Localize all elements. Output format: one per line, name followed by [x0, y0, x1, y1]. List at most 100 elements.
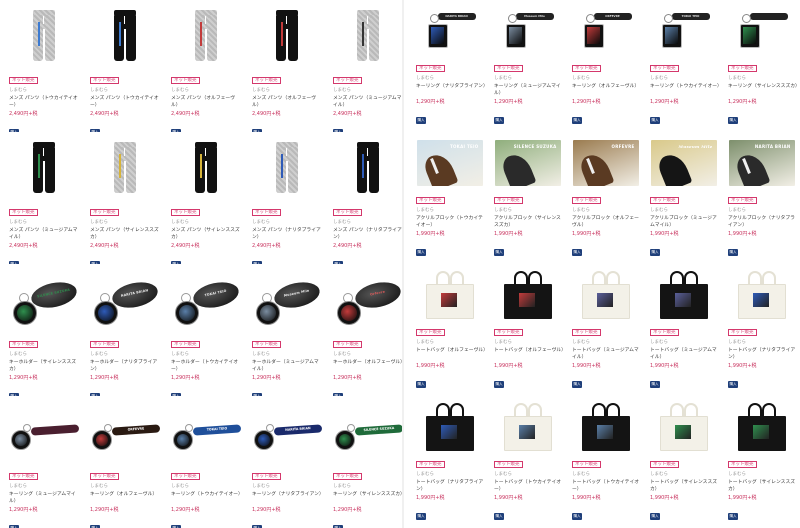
product-title[interactable]: キーホルダー（オルフェーヴル） — [333, 359, 403, 373]
product-title[interactable]: キーホルダー（サイレンススズカ） — [9, 359, 79, 373]
product-title[interactable]: キーリング（トウカイテイオー） — [650, 83, 720, 97]
product-image[interactable] — [412, 271, 487, 319]
product-card[interactable]: ネット販売 しまむら メンズ パンツ（ナリタブライアン） 2,490円+税 購入 — [248, 132, 325, 264]
product-title[interactable]: メンズ パンツ（サイレンススズカ） — [171, 227, 241, 241]
product-card[interactable]: ネット販売 しまむら キーリング（ミュージアムマイル） 1,290円+税 購入 — [5, 396, 82, 528]
product-image[interactable] — [5, 138, 82, 198]
purchase-button[interactable]: 購入 — [572, 249, 582, 256]
product-card[interactable]: ネット販売 しまむら メンズ パンツ（トウカイテイオー） 2,490円+税 購入 — [5, 0, 82, 132]
product-card[interactable]: Museum Mile ネット販売 しまむら キーリング（ミュージアムマイル） 1,29… — [490, 0, 565, 132]
purchase-button[interactable]: 購入 — [650, 249, 660, 256]
product-image[interactable] — [412, 403, 487, 451]
product-image[interactable] — [568, 403, 643, 451]
purchase-button[interactable]: 購入 — [416, 381, 426, 388]
product-title[interactable]: トートバッグ（サイレンススズカ） — [728, 479, 798, 493]
product-title[interactable]: メンズ パンツ（トウカイテイオー） — [90, 95, 160, 109]
purchase-button[interactable]: 購入 — [494, 513, 504, 520]
product-image[interactable]: Museum Mile — [646, 140, 721, 186]
product-card[interactable]: ネット販売 しまむら メンズ パンツ（ミュージアムマイル） 2,490円+税 購入 — [5, 132, 82, 264]
product-title[interactable]: アクリルブロック（ミュージアムマイル） — [650, 215, 720, 229]
product-title[interactable]: トートバッグ（ミュージアムマイル） — [650, 347, 720, 361]
product-title[interactable]: キーリング（オルフェーヴル） — [90, 491, 160, 505]
product-title[interactable]: メンズ パンツ（ナリタブライアン） — [252, 227, 322, 241]
product-image[interactable]: TOKAI TEIO — [167, 270, 244, 330]
product-image[interactable] — [329, 138, 406, 198]
product-title[interactable]: アクリルブロック（オルフェーヴル） — [572, 215, 642, 229]
product-image[interactable] — [646, 271, 721, 319]
product-card[interactable]: TOKAI TEIO ネット販売 しまむら キーリング（トウカイテイオー） 1,290円… — [167, 396, 244, 528]
product-card[interactable]: ORFEVRE ネット販売 しまむら アクリルブロック（オルフェーヴル） 1,990円+… — [568, 132, 643, 264]
product-card[interactable]: ネット販売 しまむら トートバッグ（トウカイテイオー） 1,990円+税 購入 — [490, 396, 565, 528]
product-image[interactable] — [86, 6, 163, 66]
product-title[interactable]: キーリング（トウカイテイオー） — [171, 491, 241, 505]
product-card[interactable]: ネット販売 しまむら トートバッグ（オルフェーヴル） 1,990円+税 購入 — [490, 264, 565, 396]
product-image[interactable]: Museum Mile — [490, 8, 565, 54]
product-title[interactable]: キーリング（ミュージアムマイル） — [494, 83, 564, 97]
product-title[interactable]: メンズ パンツ（ミュージアムマイル） — [9, 227, 79, 241]
product-card[interactable]: ネット販売 しまむら トートバッグ（ナリタブライアン） 1,990円+税 購入 — [412, 396, 487, 528]
product-title[interactable]: メンズ パンツ（オルフェーヴル） — [252, 95, 322, 109]
product-image[interactable] — [5, 402, 82, 462]
product-title[interactable]: トートバッグ（ミュージアムマイル） — [572, 347, 642, 361]
purchase-button[interactable]: 購入 — [494, 381, 504, 388]
purchase-button[interactable]: 購入 — [650, 117, 660, 124]
product-image[interactable]: ORFEVRE — [86, 402, 163, 462]
product-card[interactable]: Orfevre ネット販売 しまむら キーホルダー（オルフェーヴル） 1,290円+税購… — [329, 264, 406, 396]
product-image[interactable] — [724, 8, 799, 54]
product-title[interactable]: アクリルブロック（ナリタブライアン） — [728, 215, 798, 229]
product-image[interactable] — [248, 6, 325, 66]
product-card[interactable]: SILENCE SUZUKA ネット販売 しまむら アクリルブロック（サイレンススズカ… — [490, 132, 565, 264]
product-card[interactable]: ネット販売 しまむら メンズ パンツ（ミュージアムマイル） 2,490円+税 購入 — [329, 0, 406, 132]
product-title[interactable]: メンズ パンツ（ミュージアムマイル） — [333, 95, 403, 109]
product-image[interactable]: ORFEVRE — [568, 140, 643, 186]
product-image[interactable] — [248, 138, 325, 198]
product-card[interactable]: ネット販売 しまむら トートバッグ（サイレンススズカ） 1,990円+税 購入 — [646, 396, 721, 528]
product-card[interactable]: NARITA BRIAN ネット販売 しまむら キーホルダー（ナリタブライアン） 1,2… — [86, 264, 163, 396]
product-card[interactable]: NARITA BRIAN ネット販売 しまむら アクリルブロック（ナリタブライアン） 1… — [724, 132, 799, 264]
product-title[interactable]: キーリング（ナリタブライアン） — [416, 83, 486, 97]
product-card[interactable]: ORFEVRE ネット販売 しまむら キーリング（オルフェーヴル） 1,290円+税 購入 — [86, 396, 163, 528]
product-image[interactable]: NARITA BRIAN — [724, 140, 799, 186]
purchase-button[interactable]: 購入 — [572, 117, 582, 124]
product-title[interactable]: トートバッグ（ナリタブライアン） — [728, 347, 798, 361]
product-card[interactable]: ネット販売 しまむら メンズ パンツ（オルフェーヴル） 2,490円+税 購入 — [167, 0, 244, 132]
product-image[interactable]: SILENCE SUZUKA — [329, 402, 406, 462]
product-card[interactable]: TOKAI TEIO ネット販売 しまむら キーリング（トウカイテイオー） 1,290円… — [646, 0, 721, 132]
product-title[interactable]: アクリルブロック（サイレンススズカ） — [494, 215, 564, 229]
product-title[interactable]: メンズ パンツ（トウカイテイオー） — [9, 95, 79, 109]
product-image[interactable]: Orfevre — [329, 270, 406, 330]
product-image[interactable] — [5, 6, 82, 66]
product-title[interactable]: トートバッグ（トウカイテイオー） — [572, 479, 642, 493]
product-image[interactable]: NARITA BRIAN — [86, 270, 163, 330]
product-image[interactable] — [490, 271, 565, 319]
purchase-button[interactable]: 購入 — [416, 513, 426, 520]
product-card[interactable]: ネット販売 しまむら トートバッグ（トウカイテイオー） 1,990円+税 購入 — [568, 396, 643, 528]
product-title[interactable]: キーリング（ミュージアムマイル） — [9, 491, 79, 505]
product-title[interactable]: トートバッグ（オルフェーヴル） — [416, 347, 486, 361]
product-image[interactable]: TOKAI TEIO — [646, 8, 721, 54]
purchase-button[interactable]: 購入 — [572, 513, 582, 520]
purchase-button[interactable]: 購入 — [650, 513, 660, 520]
product-title[interactable]: メンズ パンツ（サイレンススズカ） — [90, 227, 160, 241]
product-card[interactable]: ネット販売 しまむら メンズ パンツ（トウカイテイオー） 2,490円+税 購入 — [86, 0, 163, 132]
product-title[interactable]: キーリング（ナリタブライアン） — [252, 491, 322, 505]
product-card[interactable]: ネット販売 しまむら メンズ パンツ（ナリタブライアン） 2,490円+税 購入 — [329, 132, 406, 264]
product-card[interactable]: TOKAI TEIO ネット販売 しまむら キーホルダー（トウカイテイオー） 1,290… — [167, 264, 244, 396]
product-card[interactable]: ネット販売 しまむら メンズ パンツ（オルフェーヴル） 2,490円+税 購入 — [248, 0, 325, 132]
product-image[interactable] — [646, 403, 721, 451]
product-card[interactable]: Museum Mile ネット販売 しまむら キーホルダー（ミュージアムマイル） 1,2… — [248, 264, 325, 396]
product-image[interactable]: SILENCE SUZUKA — [490, 140, 565, 186]
product-card[interactable]: ネット販売 しまむら トートバッグ（ミュージアムマイル） 1,990円+税 購入 — [646, 264, 721, 396]
purchase-button[interactable]: 購入 — [494, 117, 504, 124]
product-image[interactable]: SILENCE SUZUKA — [5, 270, 82, 330]
product-image[interactable] — [86, 138, 163, 198]
purchase-button[interactable]: 購入 — [572, 381, 582, 388]
product-image[interactable]: TOKAI TEIO — [412, 140, 487, 186]
product-image[interactable]: NARITA BRIAN — [412, 8, 487, 54]
product-card[interactable]: SILENCE SUZUKA ネット販売 しまむら キーリング（サイレンススズカ） 1,… — [329, 396, 406, 528]
product-title[interactable]: トートバッグ（トウカイテイオー） — [494, 479, 564, 493]
product-title[interactable]: キーホルダー（ナリタブライアン） — [90, 359, 160, 373]
product-image[interactable] — [724, 271, 799, 319]
product-title[interactable]: キーホルダー（ミュージアムマイル） — [252, 359, 322, 373]
product-card[interactable]: ネット販売 しまむら トートバッグ（サイレンススズカ） 1,990円+税 購入 — [724, 396, 799, 528]
